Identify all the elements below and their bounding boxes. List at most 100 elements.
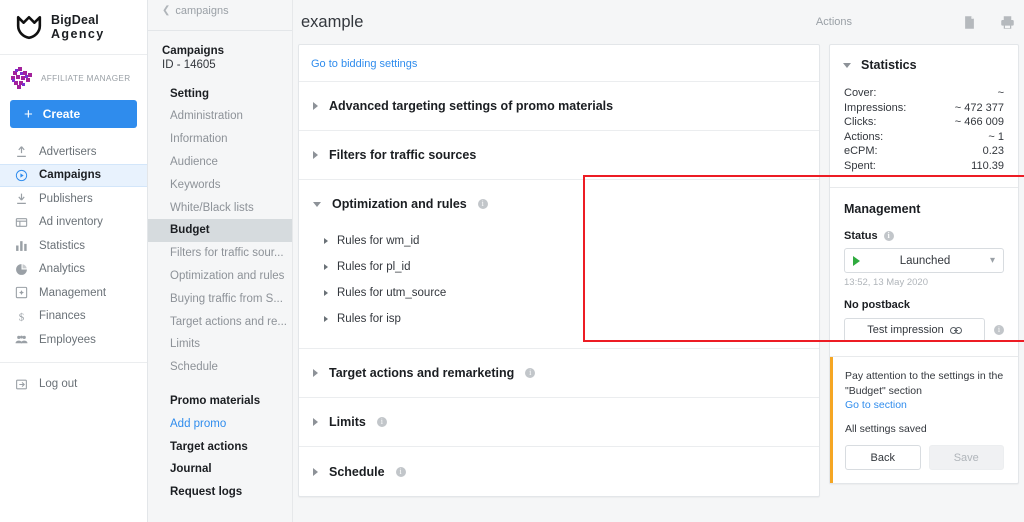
notice-text: Pay attention to the settings in the "Bu… <box>845 370 1004 397</box>
stat-value: 110.39 <box>971 159 1004 172</box>
accordion-label: Target actions and remarketing <box>329 366 515 380</box>
play-circle-icon <box>15 169 28 181</box>
back-to-campaigns-link[interactable]: ❮ campaigns <box>148 0 292 22</box>
sidebar-label: Statistics <box>39 239 86 252</box>
rule-row-wm-id[interactable]: Rules for wm_id <box>299 228 819 254</box>
rule-row-utm-source[interactable]: Rules for utm_source <box>299 280 819 306</box>
sidebar-item-finances[interactable]: $ Finances <box>0 305 147 329</box>
rule-row-isp[interactable]: Rules for isp <box>299 306 819 332</box>
brand-line-1: BigDeal <box>51 13 99 27</box>
info-icon[interactable]: i <box>525 368 536 378</box>
accordion-label: Optimization and rules <box>332 197 467 211</box>
go-to-bidding-settings-link[interactable]: Go to bidding settings <box>311 58 417 70</box>
status-select[interactable]: Launched ▾ <box>844 248 1004 273</box>
chevron-left-icon: ❮ <box>162 5 171 16</box>
content-row: Go to bidding settings Advanced targetin… <box>293 44 1024 497</box>
back-button[interactable]: Back <box>845 445 921 470</box>
sidebar2-item-limits[interactable]: Limits <box>148 333 292 356</box>
accordion-filters-traffic-sources[interactable]: Filters for traffic sources <box>299 131 819 180</box>
sidebar-item-publishers[interactable]: Publishers <box>0 187 147 211</box>
rule-row-pl-id[interactable]: Rules for pl_id <box>299 254 819 280</box>
no-postback-label: No postback <box>844 299 911 311</box>
go-to-section-link[interactable]: Go to section <box>845 399 1004 411</box>
info-icon[interactable]: i <box>376 417 387 427</box>
statistics-title: Statistics <box>861 58 917 72</box>
sidebar2-item-add-promo[interactable]: Add promo <box>148 412 292 435</box>
sidebar2-item-white-black-lists[interactable]: White/Black lists <box>148 196 292 219</box>
chevron-down-icon: ▾ <box>989 254 995 266</box>
sidebar-item-ad-inventory[interactable]: Ad inventory <box>0 211 147 235</box>
sidebar-label: Finances <box>39 310 86 323</box>
dollar-sign-icon: $ <box>19 311 25 323</box>
accordion-limits[interactable]: Limits i <box>299 398 819 447</box>
sidebar2-item-budget[interactable]: Budget <box>148 218 292 242</box>
chevron-right-icon <box>313 418 318 426</box>
accordion-label: Limits <box>329 415 366 429</box>
info-icon[interactable]: i <box>994 325 1004 335</box>
brand-text: BigDeal Agency <box>51 13 105 41</box>
back-link-label: campaigns <box>175 5 229 17</box>
sidebar-item-logout[interactable]: Log out <box>0 373 147 396</box>
sidebar-item-employees[interactable]: Employees <box>0 328 147 352</box>
sidebar2-item-keywords[interactable]: Keywords <box>148 173 292 196</box>
sidebar2-item-target-actions-remarketing[interactable]: Target actions and re... <box>148 310 292 333</box>
sidebar-item-campaigns[interactable]: Campaigns <box>0 163 147 187</box>
save-button[interactable]: Save <box>928 445 1004 470</box>
sidebar-item-statistics[interactable]: Statistics <box>0 234 147 258</box>
accordion-label: Schedule <box>329 464 385 479</box>
actions-menu-button[interactable]: Actions <box>816 16 852 28</box>
pie-chart-icon <box>16 263 27 275</box>
sidebar2-item-administration[interactable]: Administration <box>148 105 292 128</box>
document-icon[interactable] <box>962 15 977 30</box>
all-settings-saved-label: All settings saved <box>845 423 927 435</box>
statistics-list: Cover: ~ Impressions: ~ 472 377 Clicks: … <box>830 72 1018 187</box>
info-icon[interactable]: i <box>395 466 406 477</box>
sidebar2-item-buying-traffic[interactable]: Buying traffic from S... <box>148 287 292 310</box>
sidebar2-item-request-logs[interactable]: Request logs <box>148 481 292 504</box>
chevron-right-icon <box>313 369 318 377</box>
sidebar-item-management[interactable]: Management <box>0 281 147 305</box>
sidebar2-item-optimization-and-rules[interactable]: Optimization and rules <box>148 265 292 288</box>
status-label-row: Status i <box>844 230 1004 242</box>
accordion-optimization-header[interactable]: Optimization and rules i <box>299 180 819 228</box>
svg-text:$: $ <box>19 311 25 323</box>
section-group-setting[interactable]: Setting <box>148 83 292 105</box>
info-icon[interactable]: i <box>883 231 894 241</box>
sidebar2-item-promo-materials[interactable]: Promo materials <box>148 390 292 413</box>
sidebar-item-analytics[interactable]: Analytics <box>0 258 147 282</box>
shield-logo-icon <box>16 15 42 40</box>
accordion-target-actions-remarketing[interactable]: Target actions and remarketing i <box>299 349 819 398</box>
stat-label: Impressions: <box>844 101 907 114</box>
sidebar2-item-information[interactable]: Information <box>148 128 292 151</box>
stat-value: ~ 466 009 <box>954 116 1004 128</box>
stat-label: Clicks: <box>844 116 877 128</box>
window-layout-icon <box>15 217 28 227</box>
main-area: example Actions Go to bidding settings A… <box>293 0 1024 522</box>
sidebar2-item-filters-traffic-sources[interactable]: Filters for traffic sour... <box>148 242 292 265</box>
stat-value: ~ 1 <box>988 130 1004 143</box>
logout-icon <box>16 379 27 389</box>
primary-nav-list: Advertisers Campaigns Publishers Ad inve… <box>0 140 147 396</box>
sidebar2-item-audience[interactable]: Audience <box>148 151 292 174</box>
chevron-right-icon <box>324 316 328 322</box>
create-button[interactable]: + Create <box>10 100 137 128</box>
settings-panel: Go to bidding settings Advanced targetin… <box>298 44 820 497</box>
test-impression-button[interactable]: Test impression <box>844 318 985 342</box>
printer-icon[interactable] <box>1000 15 1015 30</box>
sidebar-label: Ad inventory <box>39 216 103 229</box>
accordion-advanced-targeting[interactable]: Advanced targeting settings of promo mat… <box>299 82 819 131</box>
stat-value: ~ 472 377 <box>954 101 1004 114</box>
secondary-sidebar: ❮ campaigns Campaigns ID - 14605 Setting… <box>148 0 428 522</box>
user-row[interactable]: AFFILIATE MANAGER <box>0 55 147 96</box>
status-timestamp: 13:52, 13 May 2020 <box>844 277 928 288</box>
nav-gap <box>148 379 292 390</box>
sidebar-item-advertisers[interactable]: Advertisers <box>0 140 147 164</box>
brand-header[interactable]: BigDeal Agency <box>0 0 147 55</box>
sidebar2-item-journal[interactable]: Journal <box>148 458 292 481</box>
sidebar2-item-schedule[interactable]: Schedule <box>148 356 292 379</box>
accordion-schedule[interactable]: Schedule i <box>299 447 819 496</box>
sidebar2-item-target-actions[interactable]: Target actions <box>148 435 292 458</box>
statistics-header[interactable]: Statistics <box>830 45 1018 72</box>
info-icon[interactable]: i <box>477 199 488 209</box>
management-title: Management <box>844 202 921 216</box>
